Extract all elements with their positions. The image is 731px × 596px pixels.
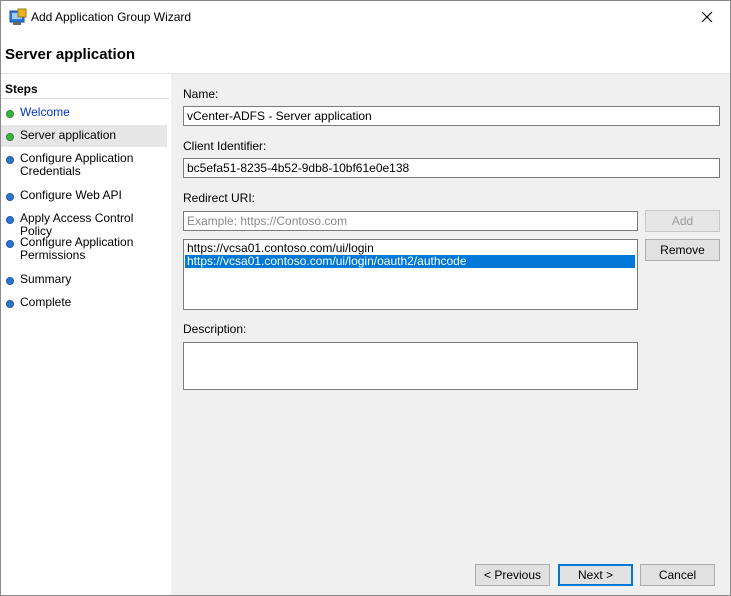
step-label: Welcome xyxy=(20,105,70,119)
title-bar: Add Application Group Wizard xyxy=(1,1,730,33)
step-server-application[interactable]: Server application xyxy=(1,125,167,147)
step-complete-icon xyxy=(6,110,14,118)
step-label: Configure Application Permissions xyxy=(20,235,134,262)
step-label: Summary xyxy=(20,272,72,286)
adfs-app-icon xyxy=(9,8,27,26)
steps-divider xyxy=(1,98,169,99)
description-label: Description: xyxy=(183,322,247,336)
step-pending-icon xyxy=(6,240,14,248)
step-label: Configure Application Credentials xyxy=(20,151,134,178)
list-item[interactable]: https://vcsa01.contoso.com/ui/login/oaut… xyxy=(185,255,635,268)
redirect-uri-list[interactable]: https://vcsa01.contoso.com/ui/login http… xyxy=(183,239,638,310)
remove-button[interactable]: Remove xyxy=(645,239,720,261)
step-configure-credentials: Configure Application Credentials xyxy=(1,151,167,181)
wizard-window: Add Application Group Wizard Server appl… xyxy=(0,0,731,596)
step-pending-icon xyxy=(6,300,14,308)
steps-title: Steps xyxy=(5,82,38,96)
step-complete: Complete xyxy=(1,295,167,313)
name-input[interactable]: vCenter-ADFS - Server application xyxy=(183,106,720,126)
description-input[interactable] xyxy=(183,342,638,390)
close-icon xyxy=(701,11,713,23)
step-pending-icon xyxy=(6,156,14,164)
step-welcome[interactable]: Welcome xyxy=(1,103,167,123)
window-title: Add Application Group Wizard xyxy=(31,10,192,24)
client-identifier-label: Client Identifier: xyxy=(183,139,267,153)
next-button[interactable]: Next > xyxy=(558,564,633,586)
page-title: Server application xyxy=(5,46,136,63)
step-summary: Summary xyxy=(1,272,167,290)
step-configure-permissions: Configure Application Permissions xyxy=(1,235,167,265)
steps-panel: Steps Welcome Server application Configu… xyxy=(1,74,169,595)
client-identifier-input[interactable]: bc5efa51-8235-4b52-9db8-10bf61e0e138 xyxy=(183,158,720,178)
step-pending-icon xyxy=(6,193,14,201)
redirect-uri-input[interactable]: Example: https://Contoso.com xyxy=(183,211,638,231)
add-button[interactable]: Add xyxy=(645,210,720,232)
cancel-button[interactable]: Cancel xyxy=(640,564,715,586)
step-complete-icon xyxy=(6,133,14,141)
main-panel: Name: vCenter-ADFS - Server application … xyxy=(171,74,730,595)
redirect-uri-label: Redirect URI: xyxy=(183,191,256,205)
step-label: Complete xyxy=(20,295,72,309)
step-label: Configure Web API xyxy=(20,188,122,202)
step-label: Server application xyxy=(20,128,117,142)
step-pending-icon xyxy=(6,277,14,285)
step-pending-icon xyxy=(6,216,14,224)
step-access-control-policy: Apply Access Control Policy xyxy=(1,211,167,238)
previous-button[interactable]: < Previous xyxy=(475,564,550,586)
close-button[interactable] xyxy=(684,1,730,33)
step-configure-web-api: Configure Web API xyxy=(1,188,167,206)
name-label: Name: xyxy=(183,87,219,101)
